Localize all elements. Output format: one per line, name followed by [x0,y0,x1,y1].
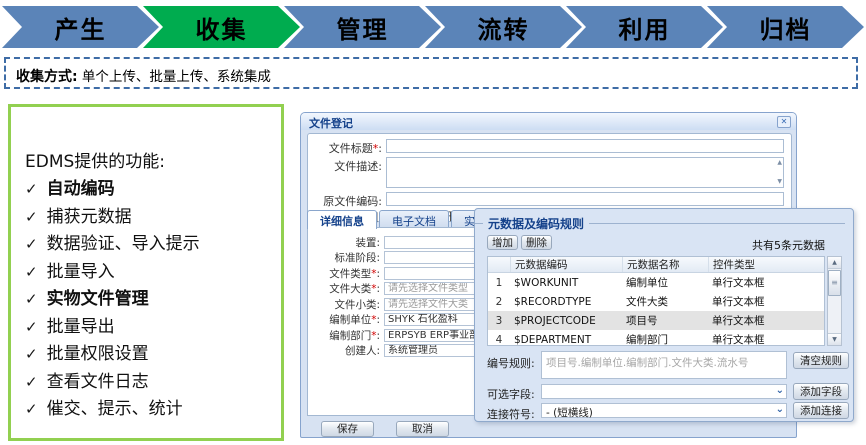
metadata-rules-panel: 元数据及编码规则 增加 删除 共有5条元数据 元数据编码 元数据名称 控件类型 … [474,208,854,422]
chevron-down-icon[interactable]: ⌄ [776,385,784,396]
add-button[interactable]: 增加 [487,235,518,250]
table-row[interactable]: 2 $RECORDTYPE 文件大类 单行文本框 [488,292,824,311]
col-name: 元数据名称 [622,257,708,272]
scroll-up-icon[interactable]: ▲ [828,257,841,269]
table-row[interactable]: 4 $DEPARTMENT 编制部门 单行文本框 [488,330,824,346]
compile-dept-label: 编制部门*: [308,328,380,343]
check-icon: ✓ [25,290,38,308]
feature-item: ✓ 批量权限设置 [25,341,281,369]
save-button[interactable]: 保存 [321,421,374,437]
rule-input[interactable]: 项目号.编制单位.编制部门.文件大类.流水号 [541,351,787,379]
check-icon: ✓ [25,208,38,226]
col-type: 控件类型 [708,257,796,272]
feature-item: ✓ 催交、提示、统计 [25,396,281,424]
check-icon: ✓ [25,318,38,336]
orig-code-label: 原文件编码: [308,192,382,209]
delete-button[interactable]: 删除 [521,235,552,250]
scroll-up-icon[interactable]: ▲ [777,160,782,166]
connector-label: 连接符号: [487,406,535,422]
table-row[interactable]: 1 $WORKUNIT 编制单位 单行文本框 [488,273,824,292]
tab-electronic-doc[interactable]: 电子文档 [379,210,449,228]
orig-code-input[interactable] [386,192,784,206]
chevron-down-icon[interactable]: ⌄ [776,404,784,415]
cancel-button[interactable]: 取消 [396,421,449,437]
feature-item: ✓ 实物文件管理 [25,286,281,314]
file-subcategory-label: 文件小类: [308,297,380,312]
file-category-label: 文件大类*: [308,281,380,296]
flow-step-use: 利用 [566,6,723,48]
feature-item: ✓ 批量导出 [25,314,281,342]
collect-method-label: 收集方式: [16,69,78,85]
feature-label: 批量导入 [47,262,115,282]
dialog-title: 文件登记 [309,117,353,130]
optional-field-label: 可选字段: [487,386,535,402]
check-icon: ✓ [25,400,38,418]
add-field-button[interactable]: 添加字段 [793,383,849,400]
flow-step-collect-active: 收集 [143,6,300,48]
check-icon: ✓ [25,345,38,363]
creator-label: 创建人: [308,343,380,358]
file-desc-label: 文件描述: [308,157,382,174]
clear-rule-button[interactable]: 清空规则 [793,352,849,369]
dialog-titlebar[interactable]: 文件登记 [301,113,796,130]
scroll-down-icon[interactable]: ▼ [828,333,841,345]
process-flow: 产生 收集 管理 流转 利用 归档 [2,6,864,48]
check-icon: ✓ [25,373,38,391]
feature-item: ✓ 查看文件日志 [25,369,281,397]
feature-label: 数据验证、导入提示 [47,234,200,254]
feature-label: 捕获元数据 [47,207,132,227]
feature-label: 查看文件日志 [47,372,149,392]
check-icon: ✓ [25,180,38,198]
feature-label: 自动编码 [47,179,115,199]
file-title-input[interactable] [386,139,784,153]
flow-step-manage: 管理 [284,6,441,48]
metadata-count: 共有5条元数据 [752,237,825,253]
optional-field-select[interactable]: ⌄ [541,384,787,399]
file-title-label: 文件标题*: [308,139,382,156]
close-icon[interactable]: ✕ [777,116,791,128]
device-label: 装置: [308,235,380,250]
scrollbar-thumb[interactable]: ≡ [828,270,841,296]
flow-step-transfer: 流转 [425,6,582,48]
tab-detail-info[interactable]: 详细信息 [307,210,377,229]
table-row-selected[interactable]: 3 $PROJECTCODE 项目号 单行文本框 [488,311,824,330]
feature-item: ✓ 捕获元数据 [25,204,281,232]
feature-label: 催交、提示、统计 [47,399,183,419]
feature-item: ✓ 自动编码 [25,176,281,204]
flow-step-archive: 归档 [707,6,864,48]
feature-item: ✓ 数据验证、导入提示 [25,231,281,259]
flow-step-produce: 产生 [2,6,159,48]
standard-stage-label: 标准阶段: [308,250,380,265]
connector-select[interactable]: - (短横线)⌄ [541,403,787,418]
table-header: 元数据编码 元数据名称 控件类型 [488,257,824,273]
add-connector-button[interactable]: 添加连接 [793,402,849,419]
edms-features-panel: EDMS提供的功能: ✓ 自动编码 ✓ 捕获元数据 ✓ 数据验证、导入提示 ✓ 批量导入… [8,104,284,441]
col-code: 元数据编码 [510,257,622,272]
check-icon: ✓ [25,235,38,253]
metadata-toolbar: 增加 删除 [487,235,555,250]
file-desc-textarea[interactable]: ▲ ▼ [386,157,784,188]
feature-label: 批量权限设置 [47,344,149,364]
feature-label: 批量导出 [47,317,115,337]
scroll-down-icon[interactable]: ▼ [777,179,782,185]
collect-method-banner: 收集方式: 单个上传、批量上传、系统集成 [4,57,858,89]
feature-item: ✓ 批量导入 [25,259,281,287]
rule-label: 编号规则: [487,355,535,371]
table-scrollbar[interactable]: ▲ ≡ ▼ [827,256,842,346]
panel-title: 元数据及编码规则 [488,215,584,232]
compile-unit-label: 编制单位*: [308,312,380,327]
features-title: EDMS提供的功能: [25,147,281,172]
feature-label: 实物文件管理 [47,289,149,309]
file-type-label: 文件类型*: [308,266,380,281]
collect-method-text: 单个上传、批量上传、系统集成 [78,69,271,85]
check-icon: ✓ [25,263,38,281]
panel-legend: 元数据及编码规则 [475,209,853,232]
metadata-table: 元数据编码 元数据名称 控件类型 1 $WORKUNIT 编制单位 单行文本框 … [487,256,825,346]
